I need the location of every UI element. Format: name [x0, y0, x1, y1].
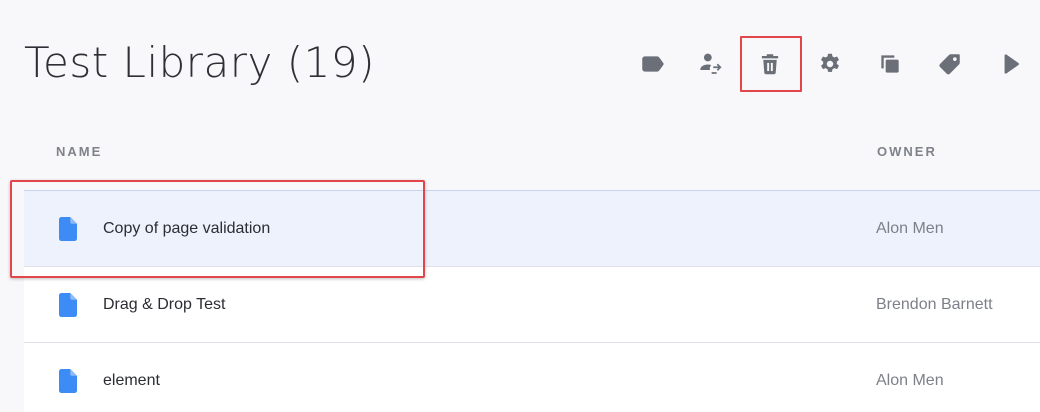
file-icon — [57, 369, 79, 393]
gear-icon — [821, 53, 839, 72]
settings-button[interactable] — [814, 48, 846, 80]
delete-highlight-box — [740, 36, 802, 92]
test-owner: Alon Men — [876, 372, 944, 389]
test-owner: Alon Men — [876, 220, 944, 237]
table-header: NAME OWNER — [0, 142, 1040, 162]
file-icon — [57, 293, 79, 317]
column-header-name[interactable]: NAME — [56, 144, 102, 159]
test-owner: Brendon Barnett — [876, 296, 993, 313]
test-library-page: Test Library (19) NAME OWNER Copy of pag… — [0, 0, 1040, 412]
row-highlight-box — [10, 180, 425, 278]
column-header-owner[interactable]: OWNER — [877, 144, 937, 159]
play-icon — [1004, 54, 1019, 74]
table-row[interactable]: element Alon Men — [24, 342, 1040, 412]
label-button[interactable] — [636, 48, 668, 80]
tag-button[interactable] — [934, 48, 966, 80]
run-button[interactable] — [994, 48, 1026, 80]
test-name[interactable]: element — [103, 372, 160, 390]
tag-icon — [939, 54, 960, 75]
toolbar — [0, 48, 1040, 80]
transfer-owner-icon — [700, 53, 722, 74]
duplicate-icon — [881, 55, 899, 73]
transfer-owner-button[interactable] — [694, 48, 726, 80]
duplicate-button[interactable] — [874, 48, 906, 80]
label-icon — [642, 56, 664, 72]
test-name[interactable]: Drag & Drop Test — [103, 296, 225, 314]
